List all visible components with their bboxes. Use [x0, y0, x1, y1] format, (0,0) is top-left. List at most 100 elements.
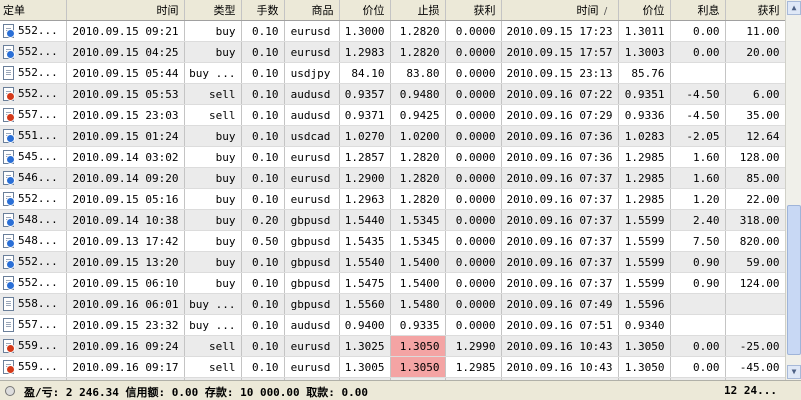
table-row[interactable]: 552... 2010.09.15 09:21 buy 0.10 eurusd 1.300… — [0, 20, 785, 42]
cell-order: 545... — [0, 146, 67, 168]
col-header-close-time[interactable]: 时间 / — [501, 0, 619, 21]
cell-time: 2010.09.16 09:24 — [66, 335, 185, 357]
col-header-sl[interactable]: 止损 — [390, 0, 446, 21]
sort-indicator: / — [603, 6, 608, 17]
table-row[interactable]: 548... 2010.09.13 17:42 buy 0.50 gbpusd 1.543… — [0, 230, 785, 252]
cell-time: 2010.09.15 13:20 — [66, 251, 185, 273]
total-profit-value: 12 24... — [724, 384, 777, 397]
cell-price: 1.2983 — [339, 41, 391, 63]
table-row[interactable]: 546... 2010.09.14 09:20 buy 0.10 eurusd 1.290… — [0, 167, 785, 189]
table-row[interactable]: 552... 2010.09.15 04:25 buy 0.10 eurusd 1.298… — [0, 41, 785, 63]
cell-time: 2010.09.15 04:25 — [66, 41, 185, 63]
scroll-down-button[interactable]: ▼ — [787, 365, 801, 379]
col-header-lots[interactable]: 手数 — [241, 0, 285, 21]
cell-profit: 820.00 — [725, 230, 785, 252]
order-id: 559... — [18, 360, 58, 373]
pending-order-icon — [2, 66, 15, 80]
cell-lots: 0.10 — [241, 188, 285, 210]
cell-close-price: 1.2985 — [618, 188, 671, 210]
table-row[interactable]: 559... 2010.09.16 09:24 sell 0.10 eurusd 1.30… — [0, 335, 785, 357]
cell-swap: 0.00 — [670, 356, 726, 378]
cell-price: 1.5435 — [339, 230, 391, 252]
table-row[interactable]: 552... 2010.09.15 13:20 buy 0.10 gbpusd 1.554… — [0, 251, 785, 273]
cell-order: 559... — [0, 335, 67, 357]
cell-lots: 0.10 — [241, 356, 285, 378]
balance-summary-text: 盈/亏: 2 246.34 信用额: 0.00 存款: 10 000.00 取款… — [24, 386, 369, 399]
cell-profit: 85.00 — [725, 167, 785, 189]
col-header-profit[interactable]: 获利 — [725, 0, 785, 21]
cell-close-price: 0.9336 — [618, 104, 671, 126]
cell-sl: 1.3050 — [390, 335, 446, 357]
vertical-scrollbar[interactable]: ▲ ▼ — [785, 0, 801, 380]
scroll-thumb[interactable] — [787, 205, 801, 355]
table-row[interactable]: 559... 2010.09.16 09:17 sell 0.10 eurusd 1.30… — [0, 356, 785, 378]
cell-lots: 0.20 — [241, 209, 285, 231]
cell-close-price: 1.3050 — [618, 356, 671, 378]
cell-price: 1.5440 — [339, 209, 391, 231]
order-id: 559... — [18, 339, 58, 352]
cell-lots: 0.10 — [241, 251, 285, 273]
table-row[interactable]: 558... 2010.09.16 06:01 buy ... 0.10 gbpusd 1… — [0, 293, 785, 315]
history-rows: 552... 2010.09.15 09:21 buy 0.10 eurusd 1.300… — [0, 20, 785, 380]
cell-swap — [670, 293, 726, 315]
cell-type: buy — [184, 209, 242, 231]
cell-close-time: 2010.09.16 07:37 — [501, 167, 619, 189]
account-history-panel: 定单 时间 类型 手数 商品 价位 止损 获利 时间 / 价位 利息 获利 552… — [0, 0, 785, 380]
cell-order: 552... — [0, 20, 67, 42]
table-row[interactable]: 552... 2010.09.15 05:16 buy 0.10 eurusd 1.296… — [0, 188, 785, 210]
cell-sl: 1.3050 — [390, 356, 446, 378]
cell-tp: 0.0000 — [445, 314, 502, 336]
table-row[interactable]: 552... 2010.09.15 06:10 buy 0.10 gbpusd 1.547… — [0, 272, 785, 294]
cell-sl: 0.9335 — [390, 314, 446, 336]
cell-profit: 128.00 — [725, 146, 785, 168]
col-header-swap[interactable]: 利息 — [670, 0, 726, 21]
col-header-price[interactable]: 价位 — [339, 0, 391, 21]
cell-close-time: 2010.09.16 07:37 — [501, 272, 619, 294]
cell-swap: 0.00 — [670, 335, 726, 357]
cell-close-time: 2010.09.16 10:43 — [501, 335, 619, 357]
table-row[interactable]: 545... 2010.09.14 03:02 buy 0.10 eurusd 1.285… — [0, 146, 785, 168]
cell-close-price: 1.5596 — [618, 293, 671, 315]
col-header-symbol[interactable]: 商品 — [284, 0, 340, 21]
cell-sl: 1.5480 — [390, 293, 446, 315]
col-header-close-price[interactable]: 价位 — [618, 0, 671, 21]
table-row[interactable]: 552... 2010.09.15 05:44 buy ... 0.10 usdjpy 8… — [0, 62, 785, 84]
cell-symbol: audusd — [284, 104, 340, 126]
col-header-tp[interactable]: 获利 — [445, 0, 502, 21]
cell-symbol: eurusd — [284, 167, 340, 189]
cell-type: sell — [184, 104, 242, 126]
order-id: 558... — [18, 297, 58, 310]
sell-order-icon — [2, 339, 15, 353]
cell-close-time: 2010.09.16 10:43 — [501, 356, 619, 378]
cell-lots: 0.10 — [241, 272, 285, 294]
col-header-type[interactable]: 类型 — [184, 0, 242, 21]
buy-order-icon — [2, 213, 15, 227]
order-id: 552... — [18, 255, 58, 268]
cell-symbol: eurusd — [284, 188, 340, 210]
cell-sl: 1.5400 — [390, 251, 446, 273]
table-row[interactable]: 557... 2010.09.15 23:32 buy ... 0.10 audusd 0… — [0, 314, 785, 336]
table-row[interactable]: 557... 2010.09.15 23:03 sell 0.10 audusd 0.93… — [0, 104, 785, 126]
table-row[interactable]: 551... 2010.09.15 01:24 buy 0.10 usdcad 1.027… — [0, 125, 785, 147]
cell-symbol: gbpusd — [284, 272, 340, 294]
cell-time: 2010.09.15 09:21 — [66, 20, 185, 42]
order-id: 545... — [18, 150, 58, 163]
col-header-order[interactable]: 定单 — [0, 0, 67, 21]
cell-swap: 1.60 — [670, 146, 726, 168]
cell-close-price: 1.5599 — [618, 251, 671, 273]
cell-close-price: 1.0283 — [618, 125, 671, 147]
cell-profit: 11.00 — [725, 20, 785, 42]
cell-time: 2010.09.15 05:53 — [66, 83, 185, 105]
scroll-up-button[interactable]: ▲ — [787, 1, 801, 15]
cell-lots: 0.10 — [241, 146, 285, 168]
table-row[interactable]: 548... 2010.09.14 10:38 buy 0.20 gbpusd 1.544… — [0, 209, 785, 231]
cell-order: 552... — [0, 272, 67, 294]
col-header-time[interactable]: 时间 — [66, 0, 185, 21]
cell-time: 2010.09.15 01:24 — [66, 125, 185, 147]
cell-swap: 1.20 — [670, 188, 726, 210]
table-row[interactable]: 552... 2010.09.15 05:53 sell 0.10 audusd 0.93… — [0, 83, 785, 105]
cell-time: 2010.09.15 05:44 — [66, 62, 185, 84]
sell-order-icon — [2, 87, 15, 101]
cell-type: buy — [184, 251, 242, 273]
cell-swap — [670, 314, 726, 336]
